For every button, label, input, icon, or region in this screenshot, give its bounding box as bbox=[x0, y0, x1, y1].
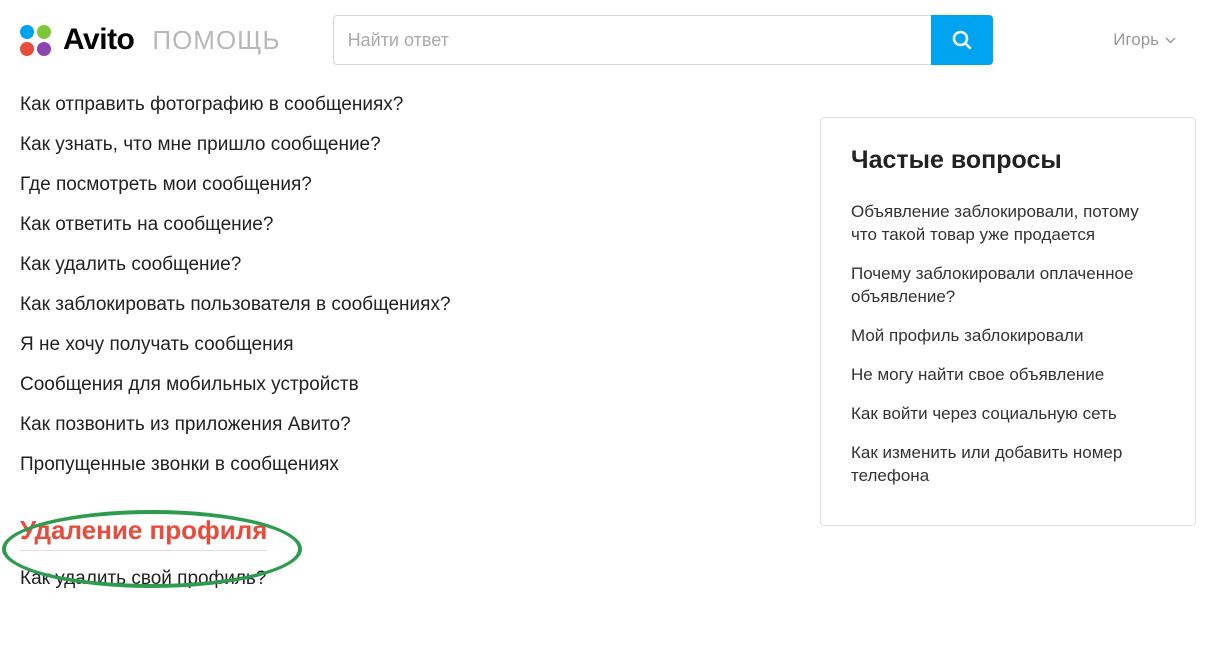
faq-item[interactable]: Сообщения для мобильных устройств bbox=[20, 365, 780, 405]
faq-item[interactable]: Я не хочу получать сообщения bbox=[20, 325, 780, 365]
sidebar-item[interactable]: Объявление заблокировали, потому что так… bbox=[851, 193, 1165, 255]
faq-item[interactable]: Пропущенные звонки в сообщениях bbox=[20, 445, 780, 485]
sidebar-item[interactable]: Как изменить или добавить номер телефона bbox=[851, 434, 1165, 496]
section-list: Как удалить свой профиль? bbox=[20, 559, 780, 599]
header: Avito помощь Игорь bbox=[0, 0, 1216, 85]
user-menu[interactable]: Игорь bbox=[1113, 30, 1196, 50]
faq-item[interactable]: Как ответить на сообщение? bbox=[20, 205, 780, 245]
brand-name: Avito bbox=[63, 23, 134, 57]
search-icon bbox=[950, 28, 974, 52]
main-column: Как отправить фотографию в сообщениях? К… bbox=[20, 85, 780, 599]
faq-item[interactable]: Как заблокировать пользователя в сообщен… bbox=[20, 285, 780, 325]
sidebar: Частые вопросы Объявление заблокировали,… bbox=[820, 85, 1196, 599]
brand-subtitle: помощь bbox=[152, 25, 280, 56]
faq-item[interactable]: Как отправить фотографию в сообщениях? bbox=[20, 85, 780, 125]
user-name: Игорь bbox=[1113, 30, 1159, 50]
search-input[interactable] bbox=[333, 15, 931, 65]
sidebar-list: Объявление заблокировали, потому что так… bbox=[851, 193, 1165, 495]
faq-item[interactable]: Как позвонить из приложения Авито? bbox=[20, 405, 780, 445]
faq-sidebar-card: Частые вопросы Объявление заблокировали,… bbox=[820, 117, 1196, 526]
faq-item[interactable]: Где посмотреть мои сообщения? bbox=[20, 165, 780, 205]
content: Как отправить фотографию в сообщениях? К… bbox=[0, 85, 1216, 599]
faq-item[interactable]: Как удалить свой профиль? bbox=[20, 559, 780, 599]
sidebar-item[interactable]: Как войти через социальную сеть bbox=[851, 395, 1165, 434]
sidebar-item[interactable]: Мой профиль заблокировали bbox=[851, 317, 1165, 356]
faq-list: Как отправить фотографию в сообщениях? К… bbox=[20, 85, 780, 485]
faq-item[interactable]: Как узнать, что мне пришло сообщение? bbox=[20, 125, 780, 165]
search-bar bbox=[333, 15, 993, 65]
sidebar-item[interactable]: Почему заблокировали оплаченное объявлен… bbox=[851, 255, 1165, 317]
section-title-delete-profile: Удаление профиля bbox=[20, 515, 267, 551]
sidebar-title: Частые вопросы bbox=[851, 146, 1165, 175]
faq-item[interactable]: Как удалить сообщение? bbox=[20, 245, 780, 285]
logo-icon bbox=[20, 25, 51, 56]
sidebar-item[interactable]: Не могу найти свое объявление bbox=[851, 356, 1165, 395]
search-button[interactable] bbox=[931, 15, 993, 65]
chevron-down-icon bbox=[1165, 37, 1176, 44]
